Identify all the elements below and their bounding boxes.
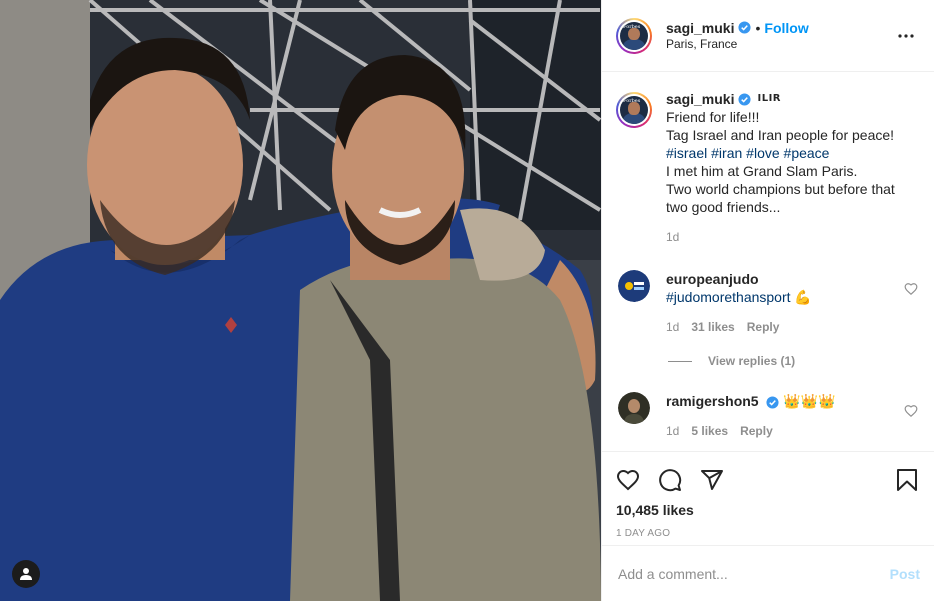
comment-like-icon[interactable] (904, 282, 918, 296)
likes-count[interactable]: 10,485 likes (616, 502, 918, 518)
caption-author-avatar[interactable]: Forbes (616, 92, 652, 128)
hashtag-link[interactable]: #love (746, 145, 779, 161)
post-time-ago[interactable]: 1 DAY AGO (616, 528, 918, 539)
caption-line: two good friends... (666, 199, 781, 215)
comment-composer: Post (602, 545, 934, 601)
caption-age[interactable]: 1d (666, 228, 895, 246)
post-header: Forbes sagi_muki • Follow Paris, France (602, 0, 934, 72)
caption-line: Tag Israel and Iran people for peace! (666, 127, 895, 143)
view-replies-button[interactable]: View replies (1) (668, 354, 918, 368)
author-username[interactable]: sagi_muki (666, 20, 734, 36)
ramigershon-avatar (618, 392, 650, 424)
reply-button[interactable]: Reply (740, 422, 773, 440)
follow-button[interactable]: Follow (764, 20, 808, 36)
photo-illustration (0, 0, 601, 601)
user-tag-button[interactable] (12, 560, 40, 588)
comment-likes[interactable]: 5 likes (691, 422, 728, 440)
caption-line: Two world champions but before that (666, 181, 895, 197)
more-options-button[interactable] (894, 24, 918, 48)
verified-badge-icon (766, 396, 780, 409)
post-caption: Forbes sagi_muki ILIR Friend for life!!!… (616, 90, 918, 246)
comment-item: europeanjudo #judomorethansport 💪 1d 31 … (616, 270, 918, 336)
like-button[interactable] (616, 460, 648, 500)
verified-badge-icon (738, 21, 752, 34)
caption-username[interactable]: sagi_muki (666, 90, 734, 108)
comment-emoji: 💪 (794, 289, 812, 305)
verified-badge-icon (738, 92, 752, 106)
commenter-username[interactable]: ramigershon5 (666, 393, 759, 409)
paper-plane-icon (701, 470, 723, 490)
commenter-avatar[interactable] (618, 270, 650, 302)
save-button[interactable] (886, 460, 918, 500)
heart-icon (616, 469, 640, 491)
caption-hashtags: #israel #iran #love #peace (666, 144, 895, 162)
comment-bubble-icon (659, 469, 682, 492)
replies-divider-line (668, 360, 692, 362)
commenter-avatar[interactable] (618, 392, 650, 424)
view-replies-label: View replies (1) (708, 354, 796, 368)
comment-button[interactable] (658, 460, 690, 500)
comment-age[interactable]: 1d (666, 422, 679, 440)
post-comment-button[interactable]: Post (890, 566, 920, 582)
comment-item: ramigershon5 👑👑👑 1d 5 likes Reply (616, 392, 918, 440)
comment-hashtag[interactable]: #judomorethansport (666, 289, 791, 305)
post-photo[interactable] (0, 0, 601, 601)
author-avatar[interactable]: Forbes (616, 17, 652, 54)
share-button[interactable] (700, 460, 732, 500)
comments-list[interactable]: Forbes sagi_muki ILIR Friend for life!!!… (602, 72, 934, 451)
reply-button[interactable]: Reply (747, 318, 780, 336)
post-actions: 10,485 likes 1 DAY AGO (602, 451, 934, 545)
caption-line: I met him at Grand Slam Paris. (666, 163, 858, 179)
comment-like-icon[interactable] (904, 404, 918, 418)
hashtag-link[interactable]: #iran (711, 145, 742, 161)
commenter-username[interactable]: europeanjudo (666, 271, 759, 287)
comment-input[interactable] (618, 565, 890, 582)
post-side-panel: Forbes sagi_muki • Follow Paris, France (601, 0, 934, 601)
separator-dot: • (755, 19, 761, 36)
caption-tag: ILIR (757, 93, 781, 104)
user-tag-icon (20, 568, 32, 580)
comment-likes[interactable]: 31 likes (691, 318, 734, 336)
europeanjudo-logo (618, 270, 650, 302)
hashtag-link[interactable]: #peace (784, 145, 830, 161)
bookmark-icon (897, 469, 917, 491)
more-options-icon (898, 33, 914, 38)
post-location[interactable]: Paris, France (666, 36, 894, 52)
comment-age[interactable]: 1d (666, 318, 679, 336)
caption-line: Friend for life!!! (666, 109, 760, 125)
comment-text: 👑👑👑 (783, 393, 836, 409)
hashtag-link[interactable]: #israel (666, 145, 707, 161)
